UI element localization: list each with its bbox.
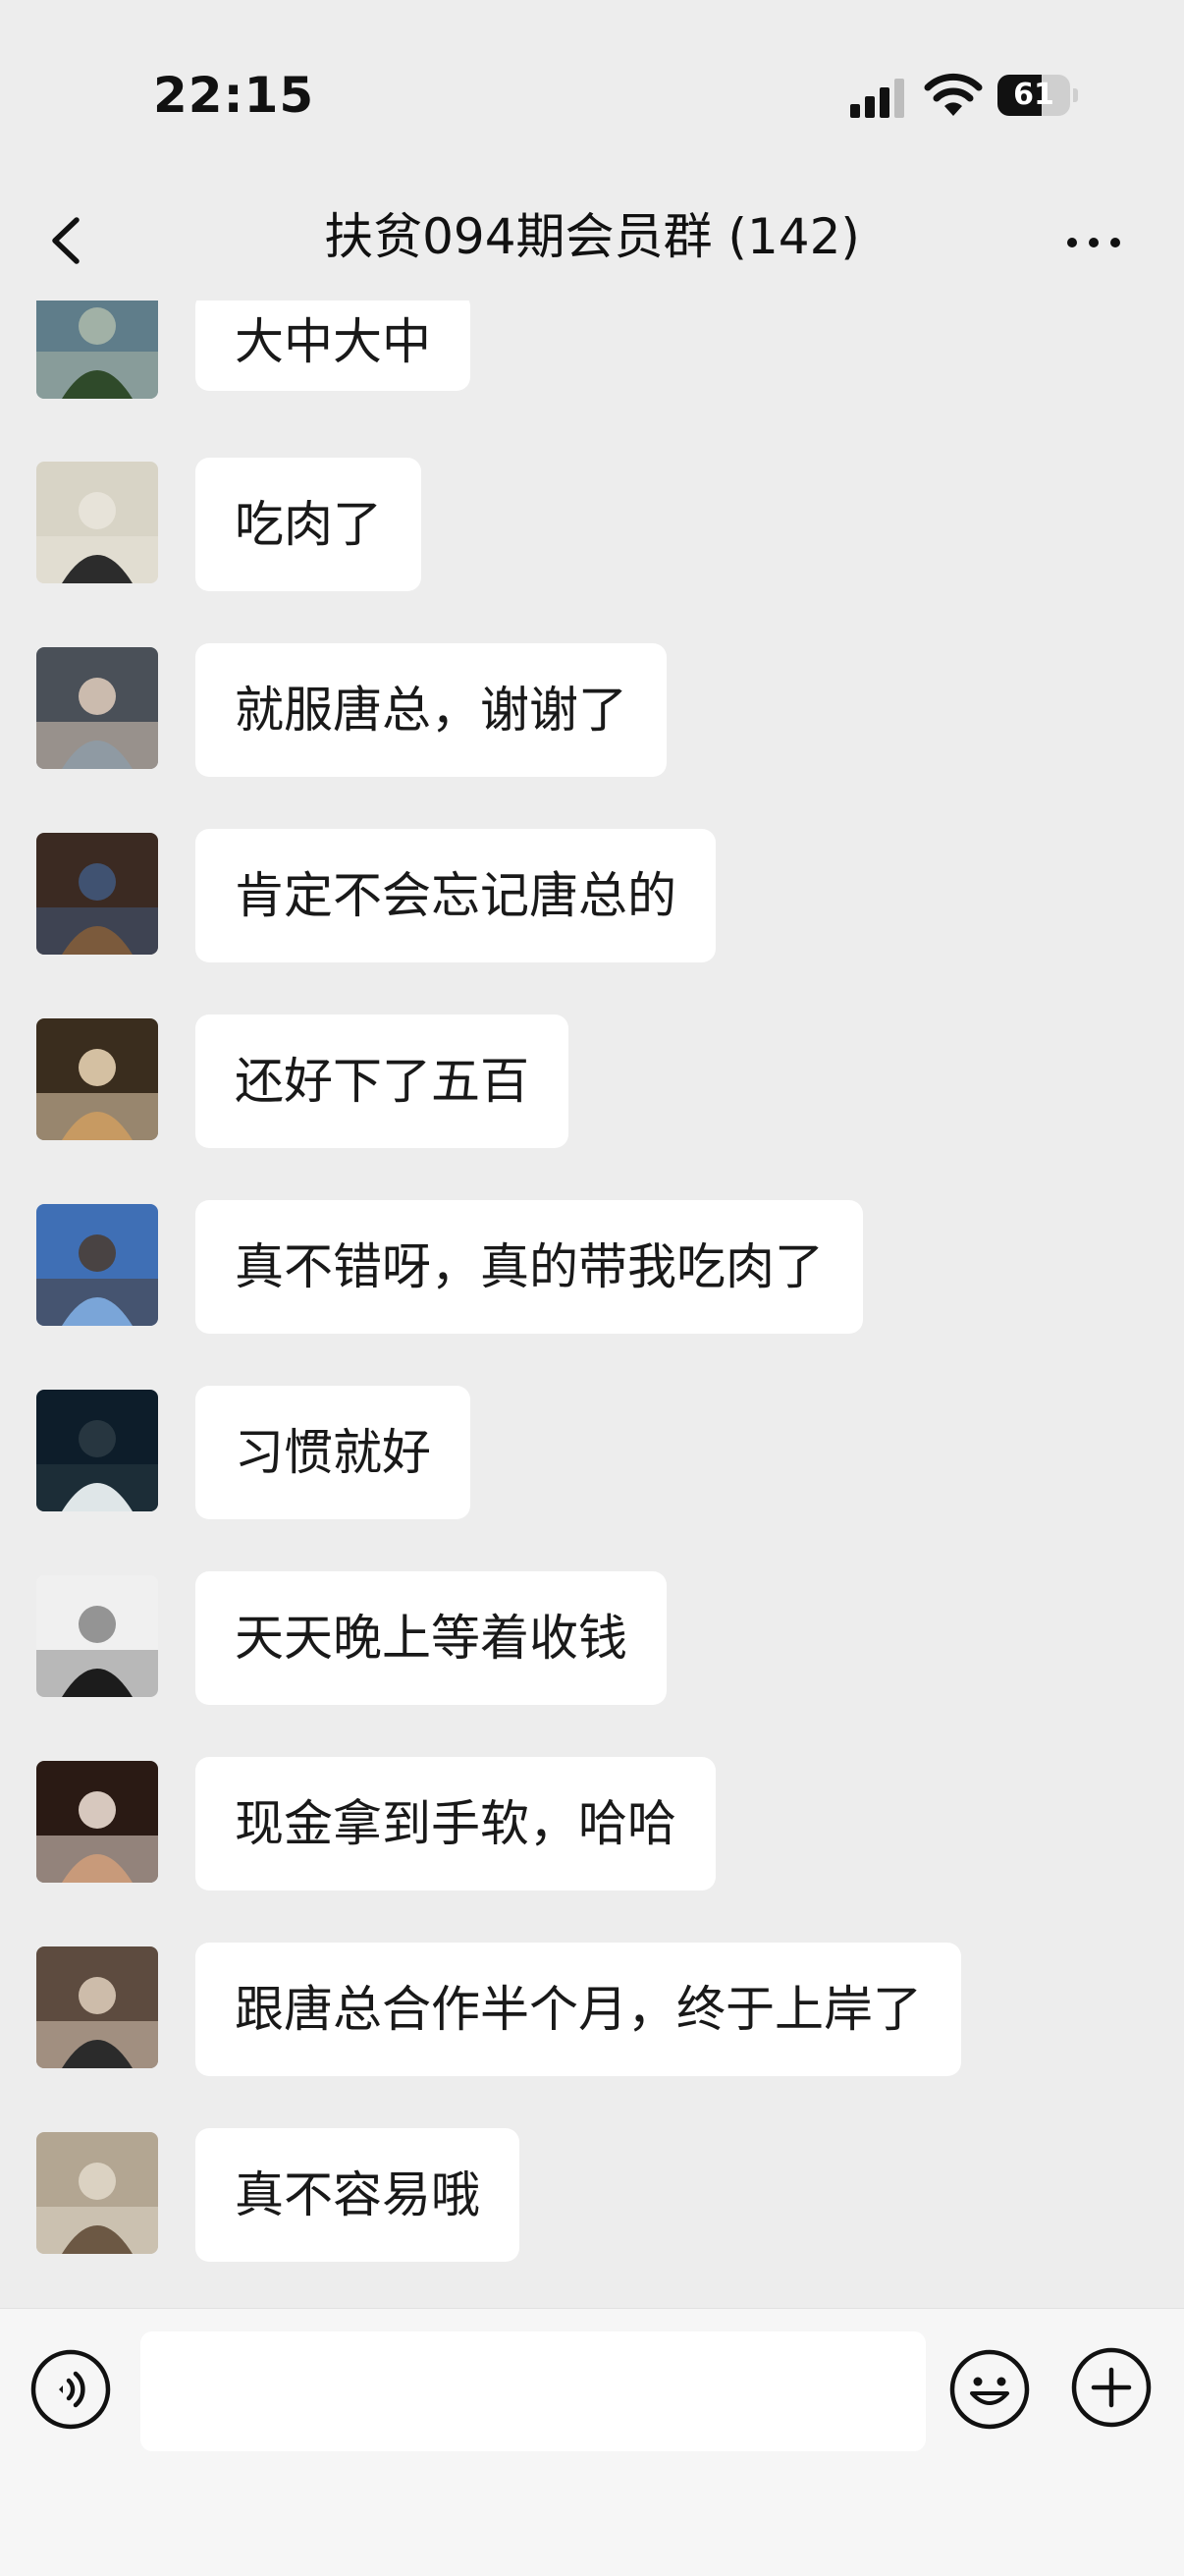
chat-message: 还好下了五百 (0, 1014, 1184, 1156)
avatar[interactable] (36, 462, 158, 583)
battery-icon: 61 (997, 75, 1078, 116)
back-button[interactable] (33, 206, 102, 275)
message-bubble[interactable]: 还好下了五百 (195, 1014, 568, 1148)
avatar[interactable] (36, 833, 158, 955)
avatar[interactable] (36, 1018, 158, 1140)
avatar[interactable] (36, 2132, 158, 2254)
chat-message: 就服唐总，谢谢了 (0, 643, 1184, 785)
message-bubble[interactable]: 跟唐总合作半个月，终于上岸了 (195, 1943, 961, 2076)
chat-message: 天天晚上等着收钱 (0, 1571, 1184, 1713)
cellular-signal-icon (848, 77, 907, 118)
message-bubble[interactable]: 真不容易哦 (195, 2128, 519, 2262)
input-bar (0, 2308, 1184, 2576)
message-list[interactable]: 大中大中 吃肉了 就服唐总，谢谢了 肯定不会忘记唐总的 还好下了五百 真不错呀，… (0, 301, 1184, 2308)
message-bubble[interactable]: 真不错呀，真的带我吃肉了 (195, 1200, 863, 1334)
voice-button[interactable] (29, 2348, 112, 2431)
message-bubble[interactable]: 天天晚上等着收钱 (195, 1571, 667, 1705)
avatar[interactable] (36, 1575, 158, 1697)
battery-level: 61 (1013, 78, 1054, 112)
more-functions-button[interactable] (1070, 2346, 1153, 2429)
chat-message: 现金拿到手软，哈哈 (0, 1757, 1184, 1898)
avatar[interactable] (36, 1946, 158, 2068)
avatar[interactable] (36, 301, 158, 399)
chat-message: 肯定不会忘记唐总的 (0, 829, 1184, 970)
battery-cap (1073, 88, 1078, 102)
message-bubble[interactable]: 大中大中 (195, 301, 470, 391)
message-bubble[interactable]: 现金拿到手软，哈哈 (195, 1757, 716, 1891)
message-input[interactable] (140, 2331, 926, 2451)
voice-icon (30, 2349, 111, 2430)
chat-message: 真不错呀，真的带我吃肉了 (0, 1200, 1184, 1342)
chat-message: 跟唐总合作半个月，终于上岸了 (0, 1943, 1184, 2084)
chat-header: 扶贫094期会员群 (142) (0, 177, 1184, 304)
chat-title: 扶贫094期会员群 (142) (324, 208, 860, 265)
chat-message: 大中大中 (0, 301, 1184, 434)
chevron-left-icon (52, 217, 80, 264)
emoji-button[interactable] (948, 2348, 1031, 2431)
avatar[interactable] (36, 1204, 158, 1326)
avatar[interactable] (36, 1761, 158, 1883)
message-bubble[interactable]: 肯定不会忘记唐总的 (195, 829, 716, 962)
message-bubble[interactable]: 就服唐总，谢谢了 (195, 643, 667, 777)
status-time: 22:15 (153, 67, 315, 124)
avatar[interactable] (36, 647, 158, 769)
avatar[interactable] (36, 1390, 158, 1511)
chat-message: 吃肉了 (0, 458, 1184, 599)
message-bubble[interactable]: 习惯就好 (195, 1386, 470, 1519)
message-bubble[interactable]: 吃肉了 (195, 458, 421, 591)
battery-body: 61 (997, 75, 1070, 116)
more-button[interactable] (1056, 208, 1135, 277)
wifi-icon (923, 71, 984, 118)
status-bar: 22:15 61 (0, 0, 1184, 177)
more-dots-icon (1067, 238, 1120, 247)
chat-message: 习惯就好 (0, 1386, 1184, 1527)
emoji-icon (949, 2349, 1030, 2430)
chat-message: 真不容易哦 (0, 2128, 1184, 2270)
plus-icon (1071, 2347, 1152, 2428)
